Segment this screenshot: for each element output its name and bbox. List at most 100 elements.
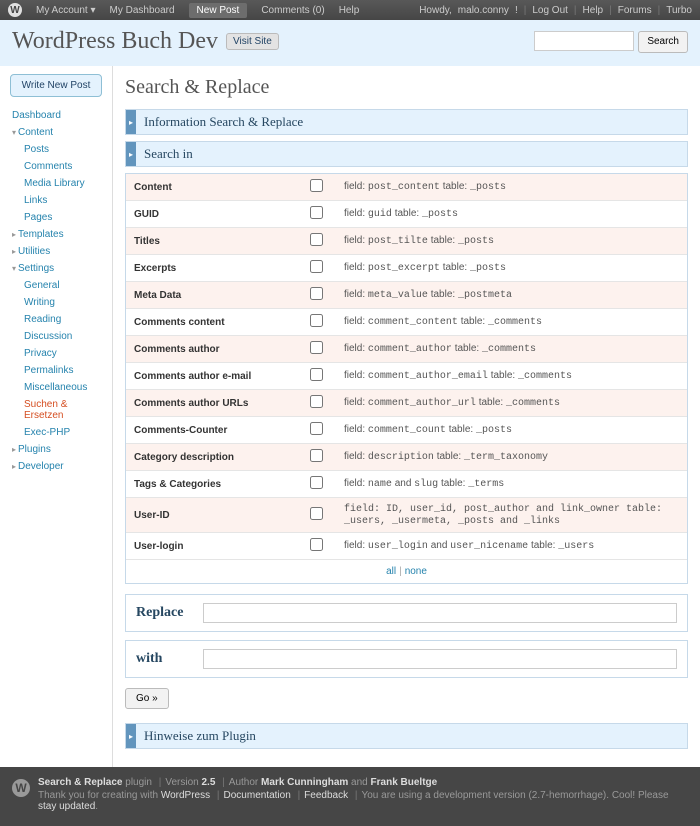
footer-wordpress-link[interactable]: WordPress — [161, 790, 210, 801]
row-checkbox-cell — [296, 417, 336, 444]
panel-hinweise-header: ▸ Hinweise zum Plugin — [125, 723, 688, 749]
row-checkbox-cell — [296, 390, 336, 417]
row-desc: field: ID, user_id, post_author and link… — [336, 498, 687, 533]
forums-link[interactable]: Forums — [618, 5, 652, 16]
panel-info-header: ▸ Information Search & Replace — [125, 109, 688, 135]
footer-feedback-link[interactable]: Feedback — [304, 790, 348, 801]
help-link[interactable]: Help — [339, 5, 360, 16]
row-desc: field: comment_content table: _comments — [336, 309, 687, 336]
row-checkbox[interactable] — [310, 476, 323, 489]
sidebar-subitem[interactable]: Exec-PHP — [22, 424, 108, 441]
row-checkbox-cell — [296, 174, 336, 201]
replace-input[interactable] — [203, 603, 677, 623]
row-label: Comments content — [126, 309, 296, 336]
row-checkbox[interactable] — [310, 368, 323, 381]
sidebar-subitem[interactable]: Media Library — [22, 175, 108, 192]
panel-search-header: ▸ Search in — [125, 141, 688, 167]
sidebar-item-plugins[interactable]: Plugins — [10, 441, 108, 458]
footer-documentation-link[interactable]: Documentation — [224, 790, 291, 801]
visit-site-button[interactable]: Visit Site — [226, 33, 279, 50]
row-label: Meta Data — [126, 282, 296, 309]
panel-search-body: Contentfield: post_content table: _posts… — [125, 173, 688, 584]
row-checkbox[interactable] — [310, 507, 323, 520]
with-label: with — [136, 651, 191, 667]
sidebar-subitem[interactable]: Discussion — [22, 328, 108, 345]
help-link-2[interactable]: Help — [583, 5, 604, 16]
sidebar-subitem[interactable]: Pages — [22, 209, 108, 226]
turbo-link[interactable]: Turbo — [666, 5, 692, 16]
row-checkbox[interactable] — [310, 538, 323, 551]
search-row: Tags & Categoriesfield: name and slug ta… — [126, 471, 687, 498]
row-desc: field: user_login and user_nicename tabl… — [336, 533, 687, 560]
row-desc: field: meta_value table: _postmeta — [336, 282, 687, 309]
my-account-link[interactable]: My Account ▾ — [36, 5, 96, 16]
row-label: User-login — [126, 533, 296, 560]
row-desc: field: post_excerpt table: _posts — [336, 255, 687, 282]
with-input[interactable] — [203, 649, 677, 669]
logout-link[interactable]: Log Out — [532, 5, 568, 16]
sidebar-item-content[interactable]: Content — [10, 124, 108, 141]
row-label: Comments-Counter — [126, 417, 296, 444]
sidebar-item-utilities[interactable]: Utilities — [10, 243, 108, 260]
username-link[interactable]: malo.conny — [458, 5, 509, 16]
all-none-row: all|none — [126, 560, 687, 583]
panel-hinweise-toggle[interactable]: ▸ — [126, 724, 136, 748]
row-desc: field: post_tilte table: _posts — [336, 228, 687, 255]
sidebar-subitem[interactable]: Permalinks — [22, 362, 108, 379]
main-content: Search & Replace ▸ Information Search & … — [112, 66, 700, 767]
sidebar-subitem[interactable]: Privacy — [22, 345, 108, 362]
row-checkbox[interactable] — [310, 395, 323, 408]
search-row: User-login field: user_login and user_nic… — [126, 533, 687, 560]
sidebar-item-dashboard[interactable]: Dashboard — [10, 107, 108, 124]
row-checkbox-cell — [296, 444, 336, 471]
sidebar-subitem[interactable]: Reading — [22, 311, 108, 328]
header-search-input[interactable] — [534, 31, 634, 51]
sidebar-subitem[interactable]: Posts — [22, 141, 108, 158]
header-search-button[interactable]: Search — [638, 31, 688, 53]
sidebar-item-templates[interactable]: Templates — [10, 226, 108, 243]
comments-link[interactable]: Comments (0) — [261, 5, 324, 16]
row-checkbox[interactable] — [310, 179, 323, 192]
row-checkbox[interactable] — [310, 422, 323, 435]
row-desc: field: name and slug table: _terms — [336, 471, 687, 498]
search-row: Titles field: post_tilte table: _posts — [126, 228, 687, 255]
row-desc: field: guid table: _posts — [336, 201, 687, 228]
sidebar-subitem[interactable]: Suchen & Ersetzen — [22, 396, 108, 424]
row-label: Titles — [126, 228, 296, 255]
row-desc: field: description table: _term_taxonomy — [336, 444, 687, 471]
row-label: User-ID — [126, 498, 296, 533]
row-checkbox[interactable] — [310, 449, 323, 462]
row-checkbox-cell — [296, 282, 336, 309]
row-checkbox[interactable] — [310, 206, 323, 219]
select-all-link[interactable]: all — [386, 566, 396, 577]
search-row: Comments author URLsfield: comment_autho… — [126, 390, 687, 417]
row-checkbox-cell — [296, 336, 336, 363]
sidebar-subitem[interactable]: Writing — [22, 294, 108, 311]
row-checkbox[interactable] — [310, 314, 323, 327]
row-checkbox[interactable] — [310, 287, 323, 300]
row-checkbox-cell — [296, 533, 336, 560]
row-desc: field: comment_author_email table: _comm… — [336, 363, 687, 390]
sidebar-subitem[interactable]: Miscellaneous — [22, 379, 108, 396]
row-checkbox[interactable] — [310, 341, 323, 354]
write-new-post-button[interactable]: Write New Post — [10, 74, 102, 97]
search-in-table: Contentfield: post_content table: _posts… — [126, 174, 687, 560]
panel-info-toggle[interactable]: ▸ — [126, 110, 136, 134]
sidebar-subitem[interactable]: General — [22, 277, 108, 294]
go-button[interactable]: Go » — [125, 688, 169, 709]
search-row: Comments authorfield: comment_author tab… — [126, 336, 687, 363]
with-row: with — [125, 640, 688, 678]
new-post-button[interactable]: New Post — [189, 3, 248, 18]
row-checkbox[interactable] — [310, 260, 323, 273]
my-dashboard-link[interactable]: My Dashboard — [110, 5, 175, 16]
panel-search-toggle[interactable]: ▸ — [126, 142, 136, 166]
sidebar-subitem[interactable]: Links — [22, 192, 108, 209]
footer-stay-updated-link[interactable]: stay updated — [38, 801, 95, 812]
sidebar-item-settings[interactable]: Settings — [10, 260, 108, 277]
sidebar-item-developer[interactable]: Developer — [10, 458, 108, 475]
row-checkbox-cell — [296, 498, 336, 533]
select-none-link[interactable]: none — [405, 566, 427, 577]
row-checkbox[interactable] — [310, 233, 323, 246]
sidebar-subitem[interactable]: Comments — [22, 158, 108, 175]
sidebar: Write New Post Dashboard Content PostsCo… — [0, 66, 112, 767]
